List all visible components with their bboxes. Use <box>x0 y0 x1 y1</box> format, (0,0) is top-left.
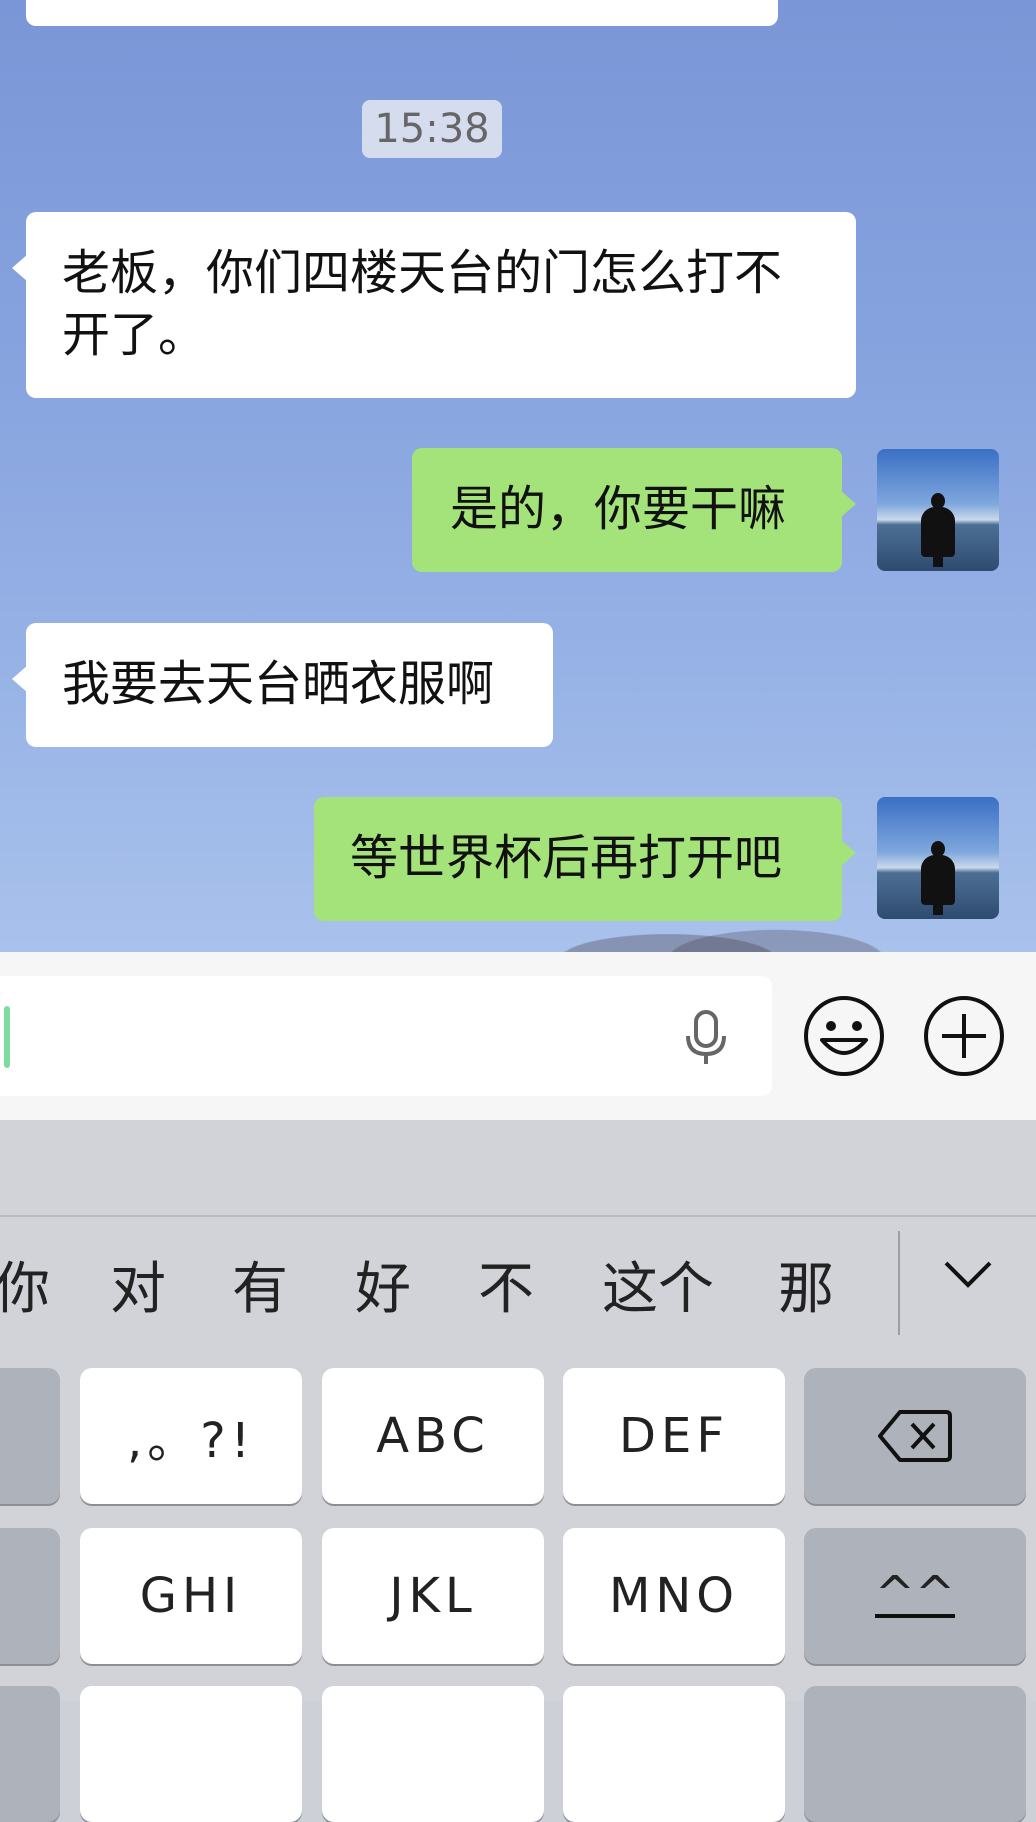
text-cursor <box>4 1006 10 1068</box>
chevron-down-icon[interactable] <box>940 1253 996 1297</box>
key-def[interactable]: DEF <box>563 1368 785 1504</box>
candidate-bar: 你 对 有 好 不 这个 那 <box>0 1217 1036 1357</box>
keyboard-side-key[interactable] <box>0 1528 60 1664</box>
candidate-separator <box>898 1231 900 1335</box>
candidate-word[interactable]: 你 <box>0 1255 50 1325</box>
outgoing-message-bubble[interactable]: 是的，你要干嘛 <box>412 448 856 572</box>
message-text: 是的，你要干嘛 <box>450 481 787 537</box>
key-jkl[interactable]: JKL <box>322 1528 544 1664</box>
message-input[interactable] <box>0 976 772 1096</box>
emoji-icon[interactable] <box>802 994 886 1078</box>
keyboard-key[interactable] <box>804 1686 1026 1822</box>
keyboard-side-key[interactable] <box>0 1686 60 1822</box>
emoticon-key[interactable]: ^^ <box>804 1528 1026 1664</box>
candidate-word[interactable]: 不 <box>478 1255 534 1325</box>
previous-message-bubble[interactable] <box>26 0 778 26</box>
keyboard-key[interactable] <box>563 1686 785 1822</box>
backspace-key[interactable] <box>804 1368 1026 1504</box>
backspace-icon <box>878 1410 952 1462</box>
candidate-word[interactable]: 这个 <box>602 1255 714 1325</box>
avatar[interactable] <box>877 449 999 571</box>
microphone-icon[interactable] <box>680 1010 732 1066</box>
candidate-word[interactable]: 对 <box>110 1255 166 1325</box>
emoticon-label: ^^ <box>874 1566 956 1622</box>
avatar[interactable] <box>877 797 999 919</box>
message-timestamp: 15:38 <box>362 100 502 158</box>
keyboard-key[interactable] <box>322 1686 544 1822</box>
message-text: 等世界杯后再打开吧 <box>350 830 783 886</box>
candidate-word[interactable]: 那 <box>778 1255 834 1325</box>
plus-icon[interactable] <box>922 994 1006 1078</box>
key-ghi[interactable]: GHI <box>80 1528 302 1664</box>
keyboard-side-key[interactable] <box>0 1368 60 1504</box>
key-abc[interactable]: ABC <box>322 1368 544 1504</box>
incoming-message-bubble[interactable]: 我要去天台晒衣服啊 <box>12 623 553 747</box>
key-punctuation[interactable]: ,。?! <box>80 1368 302 1504</box>
outgoing-message-bubble[interactable]: 等世界杯后再打开吧 <box>314 797 856 921</box>
keyboard: 你 对 有 好 不 这个 那 ,。?! ABC DEF GHI JKL MNO … <box>0 1120 1036 1822</box>
keyboard-key[interactable] <box>80 1686 302 1822</box>
chat-area[interactable]: 15:38 老板，你们四楼天台的门怎么打不开了。 是的，你要干嘛 我要去天台晒衣… <box>0 0 1036 952</box>
message-text: 我要去天台晒衣服啊 <box>62 656 495 712</box>
input-bar <box>0 952 1036 1120</box>
candidate-word[interactable]: 有 <box>232 1255 288 1325</box>
incoming-message-bubble[interactable]: 老板，你们四楼天台的门怎么打不开了。 <box>12 212 856 398</box>
key-mno[interactable]: MNO <box>563 1528 785 1664</box>
message-text: 老板，你们四楼天台的门怎么打不开了。 <box>62 245 783 363</box>
candidate-word[interactable]: 好 <box>355 1255 411 1325</box>
